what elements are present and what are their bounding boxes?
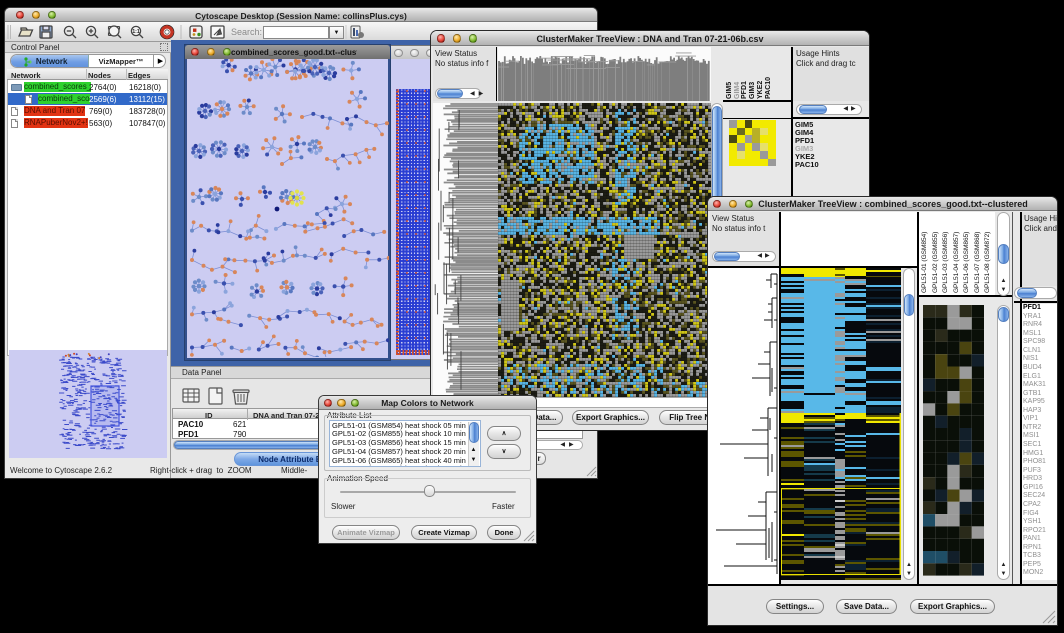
- svg-text:Search:: Search:: [231, 27, 262, 37]
- svg-text:1:1: 1:1: [132, 29, 139, 35]
